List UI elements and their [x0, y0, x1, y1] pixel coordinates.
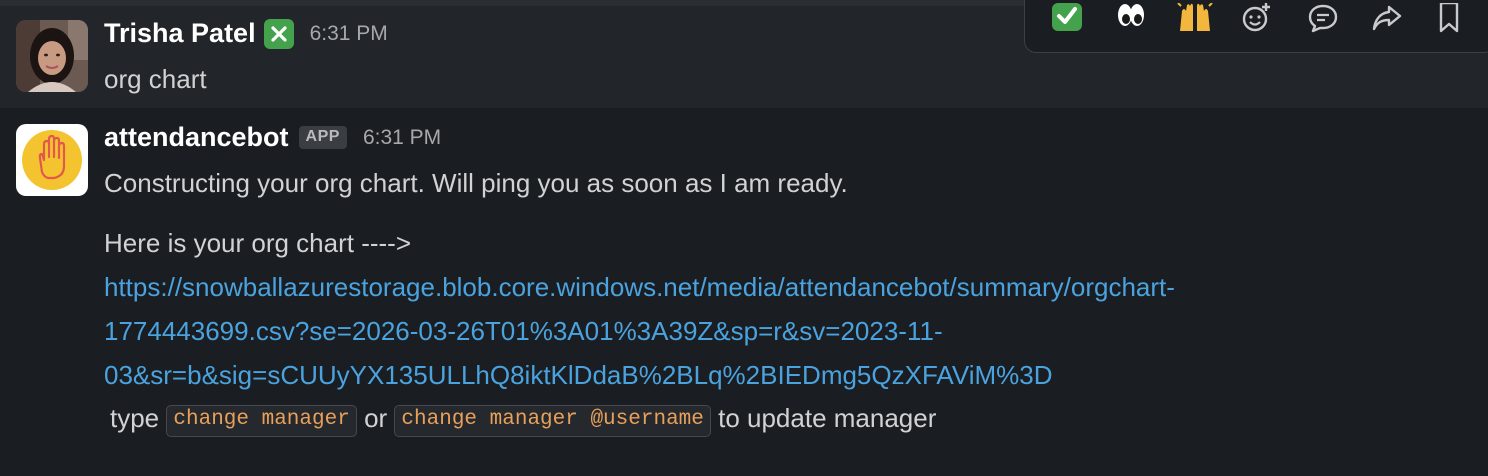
org-chart-intro: Here is your org chart ----> [104, 228, 412, 258]
org-chart-link-line-1[interactable]: https://snowballazurestorage.blob.core.w… [104, 272, 1175, 303]
sender-name[interactable]: Trisha Patel [104, 18, 256, 49]
raised-hands-reaction-icon[interactable] [1173, 0, 1217, 40]
message-timestamp[interactable]: 6:31 PM [363, 126, 441, 150]
cross-mark-status-icon[interactable] [263, 18, 294, 49]
command-code-change-manager-username: change manager @username [394, 405, 711, 437]
message-timestamp[interactable]: 6:31 PM [310, 22, 388, 46]
org-chart-link-line-3[interactable]: 03&sr=b&sig=sCUUyYX135ULLhQ8iktKlDdaB%2B… [104, 360, 1052, 391]
message-text: org chart [104, 64, 207, 94]
reply-in-thread-icon[interactable] [1301, 0, 1345, 40]
add-reaction-icon[interactable] [1235, 0, 1279, 40]
message-actions-toolbar [1024, 0, 1488, 53]
save-bookmark-icon[interactable] [1427, 0, 1471, 40]
avatar-trisha-patel[interactable] [16, 20, 88, 92]
app-badge: APP [298, 126, 347, 149]
instruction-prefix: type [110, 403, 160, 433]
message-text: Constructing your org chart. Will ping y… [104, 168, 848, 198]
message-header-attendancebot: attendancebot APP 6:31 PM [104, 122, 441, 153]
message-header-trisha: Trisha Patel 6:31 PM [104, 18, 388, 49]
white-check-mark-reaction-icon[interactable] [1045, 0, 1089, 40]
instruction-suffix: to update manager [718, 403, 937, 433]
instruction-conjunction: or [364, 403, 388, 433]
avatar-attendancebot[interactable] [16, 124, 88, 196]
sender-name[interactable]: attendancebot [104, 122, 289, 153]
eyes-reaction-icon[interactable] [1109, 0, 1153, 40]
share-message-icon[interactable] [1365, 0, 1409, 40]
command-code-change-manager: change manager [166, 405, 357, 437]
org-chart-link-line-2[interactable]: 1774443699.csv?se=2026-03-26T01%3A01%3A3… [104, 316, 943, 347]
update-manager-instruction: type change manager or change manager @u… [110, 403, 936, 437]
